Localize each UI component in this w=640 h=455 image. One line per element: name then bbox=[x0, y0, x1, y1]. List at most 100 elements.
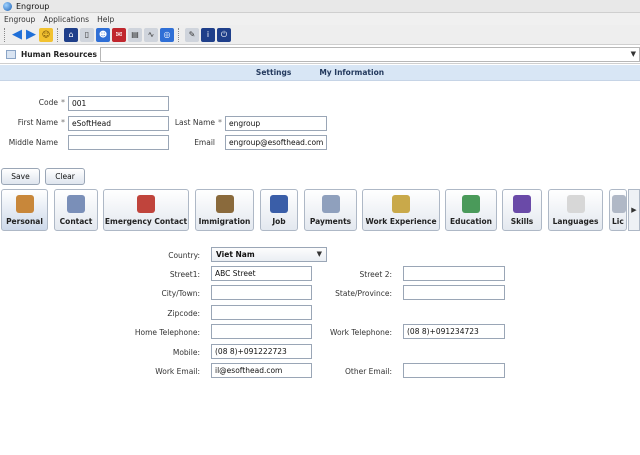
breadcrumb: Human Resources ▼ bbox=[0, 46, 640, 64]
mobile-label: Mobile: bbox=[172, 348, 200, 357]
tab-label: Job bbox=[272, 217, 286, 226]
tab-emergency-contact[interactable]: Emergency Contact bbox=[103, 189, 189, 231]
languages-icon bbox=[566, 195, 585, 213]
country-label: Country: bbox=[168, 251, 200, 260]
state-label: State/Province: bbox=[335, 289, 392, 298]
save-button[interactable]: Save bbox=[1, 168, 40, 185]
tab-education[interactable]: Education bbox=[445, 189, 497, 231]
license-icon bbox=[612, 195, 626, 213]
last-name-input[interactable]: engroup bbox=[225, 116, 327, 131]
other-email-label: Other Email: bbox=[344, 367, 392, 376]
mail-icon[interactable]: ✉ bbox=[112, 27, 126, 42]
code-input[interactable]: 001 bbox=[68, 96, 169, 111]
nav-settings[interactable]: Settings bbox=[256, 68, 291, 77]
tab-work-experience[interactable]: Work Experience bbox=[362, 189, 440, 231]
tab-personal[interactable]: Personal bbox=[1, 189, 48, 231]
tab-strip: Personal Contact Emergency Contact Immig… bbox=[0, 187, 640, 233]
street1-input[interactable]: ABC Street bbox=[211, 266, 312, 281]
zipcode-input[interactable] bbox=[211, 305, 312, 320]
toolbar-separator bbox=[178, 27, 181, 42]
tab-label: Skills bbox=[510, 217, 534, 226]
tab-languages[interactable]: Languages bbox=[548, 189, 603, 231]
menu-help[interactable]: Help bbox=[97, 15, 114, 24]
payments-icon bbox=[321, 195, 340, 213]
last-name-label: Last Name bbox=[174, 118, 215, 127]
country-select[interactable]: Viet Nam ▼ bbox=[211, 247, 327, 262]
emergency-icon bbox=[137, 195, 155, 213]
tab-label: Education bbox=[450, 217, 492, 226]
module-icon bbox=[6, 50, 16, 59]
toolbar-separator bbox=[57, 27, 60, 42]
passport-icon bbox=[215, 195, 234, 213]
work-experience-icon bbox=[392, 195, 410, 213]
chart-icon[interactable]: ∿ bbox=[144, 27, 158, 42]
globe-icon[interactable]: ◎ bbox=[160, 27, 174, 42]
toolbar-grip bbox=[4, 27, 7, 42]
tab-label: Lic bbox=[612, 217, 624, 226]
email-input[interactable]: engroup@esofthead.com bbox=[225, 135, 327, 150]
tab-job[interactable]: Job bbox=[260, 189, 298, 231]
zipcode-label: Zipcode: bbox=[167, 309, 200, 318]
module-selector[interactable]: ▼ bbox=[100, 47, 640, 62]
street2-label: Street 2: bbox=[359, 270, 392, 279]
last-name-required-marker: * bbox=[218, 118, 222, 127]
mobile-input[interactable]: (08 8)+091222723 bbox=[211, 344, 312, 359]
tab-label: Contact bbox=[59, 217, 93, 226]
briefcase-icon bbox=[15, 195, 34, 213]
first-name-input[interactable]: eSoftHead bbox=[68, 116, 169, 131]
street1-label: Street1: bbox=[169, 270, 200, 279]
tab-contact[interactable]: Contact bbox=[54, 189, 98, 231]
education-icon bbox=[462, 195, 480, 213]
smiley-icon[interactable]: ☺ bbox=[39, 27, 53, 42]
clear-button[interactable]: Clear bbox=[45, 168, 85, 185]
tab-payments[interactable]: Payments bbox=[304, 189, 357, 231]
tab-label: Immigration bbox=[198, 217, 251, 226]
home-icon[interactable]: ⌂ bbox=[64, 27, 78, 42]
users-icon[interactable]: ☻ bbox=[96, 27, 110, 42]
work-telephone-label: Work Telephone: bbox=[330, 328, 392, 337]
work-email-label: Work Email: bbox=[155, 367, 200, 376]
work-email-input[interactable]: il@esofthead.com bbox=[211, 363, 312, 378]
chevron-down-icon: ▼ bbox=[630, 50, 636, 58]
tab-label: Languages bbox=[552, 217, 599, 226]
forward-icon[interactable]: ▶ bbox=[25, 27, 37, 42]
menu-applications[interactable]: Applications bbox=[43, 15, 89, 24]
info-icon[interactable]: i bbox=[201, 27, 215, 42]
email-label: Email bbox=[194, 138, 215, 147]
middle-name-label: Middle Name bbox=[8, 138, 58, 147]
tab-label: Emergency Contact bbox=[104, 217, 188, 226]
tab-skills[interactable]: Skills bbox=[502, 189, 542, 231]
country-value: Viet Nam bbox=[216, 250, 255, 259]
state-input[interactable] bbox=[403, 285, 505, 300]
back-icon[interactable]: ◀ bbox=[11, 27, 23, 42]
document-icon[interactable]: ▯ bbox=[80, 27, 94, 42]
work-telephone-input[interactable]: (08 8)+091234723 bbox=[403, 324, 505, 339]
tie-icon bbox=[270, 195, 288, 213]
phone-icon bbox=[67, 195, 85, 213]
tab-licenses[interactable]: Lic bbox=[609, 189, 627, 231]
menu-engroup[interactable]: Engroup bbox=[4, 15, 35, 24]
app-logo-icon bbox=[3, 1, 12, 11]
code-label: Code bbox=[38, 98, 58, 107]
street2-input[interactable] bbox=[403, 266, 505, 281]
toolbar: ◀ ▶ ☺ ⌂ ▯ ☻ ✉ ▤ ∿ ◎ ✎ i ⏻ bbox=[0, 25, 640, 45]
tab-immigration[interactable]: Immigration bbox=[195, 189, 254, 231]
city-input[interactable] bbox=[211, 285, 312, 300]
breadcrumb-module: Human Resources bbox=[21, 50, 97, 59]
tools-icon[interactable]: ✎ bbox=[185, 27, 199, 42]
power-icon[interactable]: ⏻ bbox=[217, 27, 231, 42]
tabs-scroll-right-icon[interactable]: ▶ bbox=[628, 189, 640, 231]
chevron-down-icon: ▼ bbox=[316, 250, 322, 258]
nav-my-information[interactable]: My Information bbox=[319, 68, 384, 77]
tab-label: Payments bbox=[309, 217, 352, 226]
middle-name-input[interactable] bbox=[68, 135, 169, 150]
sub-navigation: Settings My Information bbox=[0, 65, 640, 81]
skills-icon bbox=[513, 195, 531, 213]
book-icon[interactable]: ▤ bbox=[128, 27, 142, 42]
menu-bar: Engroup Applications Help bbox=[0, 13, 640, 25]
home-telephone-input[interactable] bbox=[211, 324, 312, 339]
window-title: Engroup bbox=[16, 1, 50, 11]
other-email-input[interactable] bbox=[403, 363, 505, 378]
tab-label: Work Experience bbox=[365, 217, 437, 226]
tab-label: Personal bbox=[6, 217, 43, 226]
